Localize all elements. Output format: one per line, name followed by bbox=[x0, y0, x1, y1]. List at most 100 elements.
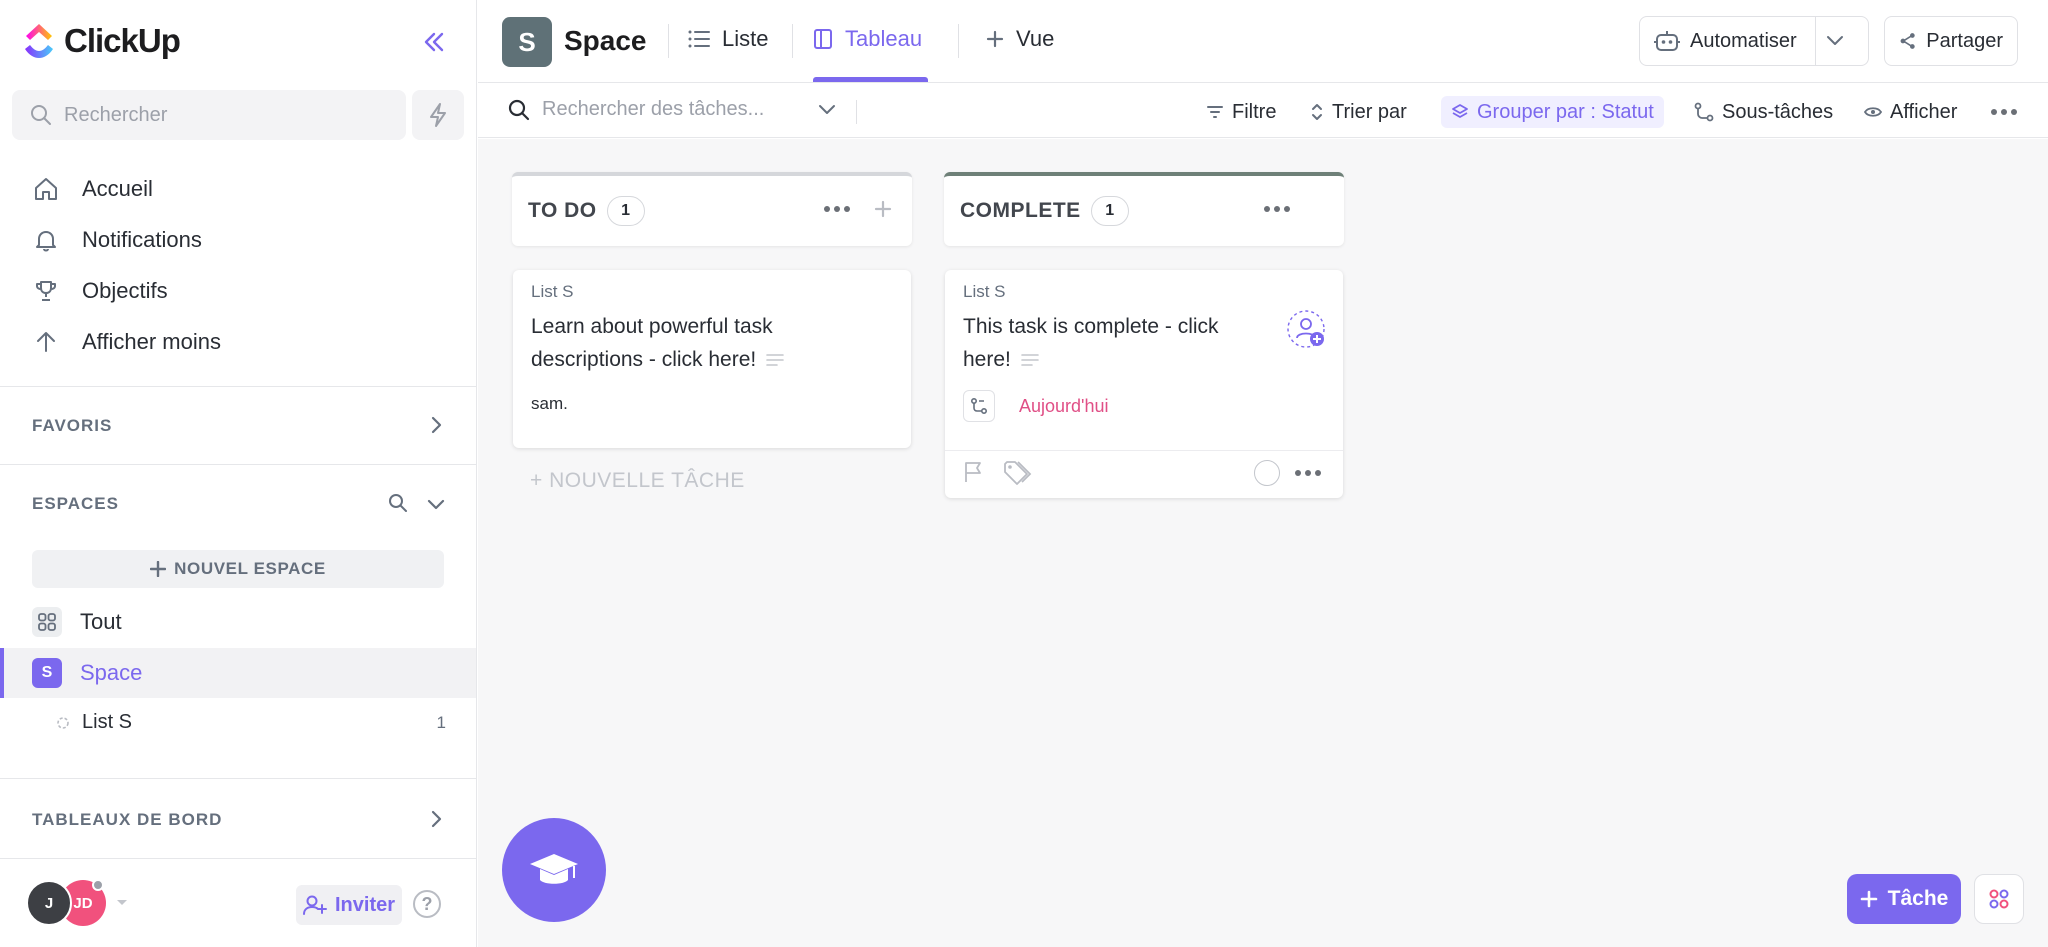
card-title-text: This task is complete - click here! bbox=[963, 315, 1219, 371]
avatar[interactable]: J bbox=[26, 880, 72, 926]
chevron-down-icon[interactable] bbox=[818, 104, 836, 116]
space-avatar: S bbox=[32, 658, 62, 688]
chevron-right-icon[interactable] bbox=[426, 415, 446, 435]
card-more-icon[interactable] bbox=[1295, 470, 1321, 476]
card-extra-text: sam. bbox=[531, 394, 568, 413]
plus-icon bbox=[986, 30, 1004, 48]
grid-icon bbox=[32, 607, 62, 637]
column-more-icon[interactable] bbox=[1264, 206, 1290, 212]
add-task-icon[interactable] bbox=[874, 200, 892, 218]
divider bbox=[945, 450, 1343, 451]
group-by-label: Grouper par : Statut bbox=[1477, 100, 1654, 123]
sidebar-item-label: Objectifs bbox=[82, 277, 168, 303]
page-title[interactable]: Space bbox=[564, 25, 647, 57]
space-avatar: S bbox=[502, 17, 552, 67]
share-button[interactable]: Partager bbox=[1884, 16, 2018, 66]
chevron-down-icon[interactable] bbox=[1826, 35, 1844, 47]
tag-icon[interactable] bbox=[1003, 460, 1033, 486]
complete-toggle[interactable] bbox=[1254, 460, 1280, 486]
apps-icon bbox=[1989, 889, 2009, 909]
list-icon bbox=[688, 30, 710, 48]
task-card[interactable]: List S This task is complete - click her… bbox=[945, 270, 1343, 498]
column-more-icon[interactable] bbox=[824, 206, 850, 212]
description-icon bbox=[766, 354, 785, 367]
new-space-button[interactable]: NOUVEL ESPACE bbox=[32, 550, 444, 588]
layers-icon bbox=[1452, 104, 1468, 118]
column-title: TO DO bbox=[528, 199, 597, 222]
divider bbox=[0, 386, 477, 387]
chevron-down-icon[interactable] bbox=[426, 494, 446, 514]
column-title: COMPLETE bbox=[960, 199, 1081, 222]
sidebar-item-accueil[interactable]: Accueil bbox=[32, 163, 221, 214]
chevron-right-icon[interactable] bbox=[426, 809, 446, 829]
sidebar-item-notifications[interactable]: Notifications bbox=[32, 214, 221, 265]
list-status-icon bbox=[57, 716, 69, 729]
sidebar-item-label: Afficher moins bbox=[82, 328, 221, 354]
collapse-sidebar-icon[interactable] bbox=[420, 28, 448, 56]
dashboards-section-title[interactable]: TABLEAUX DE BORD bbox=[32, 810, 222, 830]
tab-add-view[interactable]: Vue bbox=[986, 26, 1054, 52]
bell-icon bbox=[32, 226, 60, 254]
column-header-todo: TO DO 1 bbox=[512, 172, 912, 246]
subtasks-label: Sous-tâches bbox=[1722, 100, 1834, 123]
quick-actions-button[interactable] bbox=[412, 90, 464, 140]
tab-label: Vue bbox=[1016, 26, 1055, 51]
sidebar-search-placeholder: Rechercher bbox=[64, 103, 168, 126]
column-header-complete: COMPLETE 1 bbox=[944, 172, 1344, 246]
favorites-section-title[interactable]: FAVORIS bbox=[32, 416, 112, 436]
sidebar-item-label: Notifications bbox=[82, 226, 202, 252]
plus-icon bbox=[150, 561, 167, 577]
board-toolbar: Rechercher des tâches... Filtre Trier pa… bbox=[478, 84, 2048, 138]
sidebar-item-list-s[interactable]: List S 1 bbox=[56, 711, 446, 734]
automate-button[interactable]: Automatiser bbox=[1639, 16, 1869, 66]
new-task-button[interactable]: + NOUVELLE TÂCHE bbox=[530, 469, 745, 493]
education-button[interactable] bbox=[502, 818, 606, 922]
board-icon bbox=[814, 29, 832, 49]
task-search-input[interactable]: Rechercher des tâches... bbox=[508, 98, 836, 121]
space-label: Space bbox=[80, 660, 143, 685]
help-icon[interactable]: ? bbox=[413, 890, 441, 918]
apps-button[interactable] bbox=[1974, 874, 2024, 924]
share-label: Partager bbox=[1926, 29, 2003, 52]
group-by-button[interactable]: Grouper par : Statut bbox=[1441, 96, 1664, 128]
sort-button[interactable]: Trier par bbox=[1310, 96, 1407, 128]
sidebar-item-space[interactable]: S Space bbox=[0, 648, 476, 698]
divider bbox=[792, 24, 793, 58]
card-title[interactable]: Learn about powerful task descriptions -… bbox=[531, 310, 851, 376]
invite-button[interactable]: Inviter bbox=[296, 885, 402, 925]
subtasks-icon[interactable] bbox=[963, 390, 995, 422]
divider bbox=[856, 100, 857, 124]
search-spaces-icon[interactable] bbox=[388, 493, 408, 513]
bolt-icon bbox=[430, 103, 446, 127]
divider bbox=[0, 464, 477, 465]
new-space-label: NOUVEL ESPACE bbox=[174, 559, 326, 578]
tab-liste[interactable]: Liste bbox=[688, 26, 768, 52]
share-icon bbox=[1900, 33, 1915, 49]
search-icon bbox=[508, 99, 530, 120]
divider bbox=[0, 778, 477, 779]
graduation-cap-icon bbox=[530, 854, 578, 884]
clickup-logo[interactable]: ClickUp bbox=[22, 22, 181, 60]
subtasks-button[interactable]: Sous-tâches bbox=[1694, 96, 1833, 128]
eye-icon bbox=[1864, 107, 1882, 117]
spaces-section-title[interactable]: ESPACES bbox=[32, 494, 119, 514]
column-count: 1 bbox=[606, 196, 645, 226]
sidebar-search-input[interactable]: Rechercher bbox=[12, 90, 406, 140]
task-card[interactable]: List S Learn about powerful task descrip… bbox=[513, 270, 911, 448]
caret-down-icon[interactable] bbox=[116, 899, 128, 907]
tab-tableau[interactable]: Tableau bbox=[813, 26, 922, 52]
space-label: Tout bbox=[80, 609, 122, 634]
show-button[interactable]: Afficher bbox=[1864, 96, 1957, 128]
card-title[interactable]: This task is complete - click here! bbox=[963, 310, 1263, 376]
flag-icon[interactable] bbox=[963, 460, 985, 484]
sidebar: ClickUp Rechercher Accueil Notifications… bbox=[0, 0, 477, 947]
new-task-fab[interactable]: Tâche bbox=[1847, 874, 1961, 924]
more-options-icon[interactable] bbox=[1991, 109, 2017, 115]
due-date[interactable]: Aujourd'hui bbox=[1019, 396, 1109, 417]
sidebar-item-tout[interactable]: Tout bbox=[0, 597, 476, 647]
sidebar-item-objectifs[interactable]: Objectifs bbox=[32, 265, 221, 316]
filter-label: Filtre bbox=[1232, 100, 1277, 123]
assign-user-icon[interactable] bbox=[1287, 310, 1327, 350]
filter-button[interactable]: Filtre bbox=[1206, 96, 1276, 128]
sidebar-item-afficher-moins[interactable]: Afficher moins bbox=[32, 316, 221, 367]
